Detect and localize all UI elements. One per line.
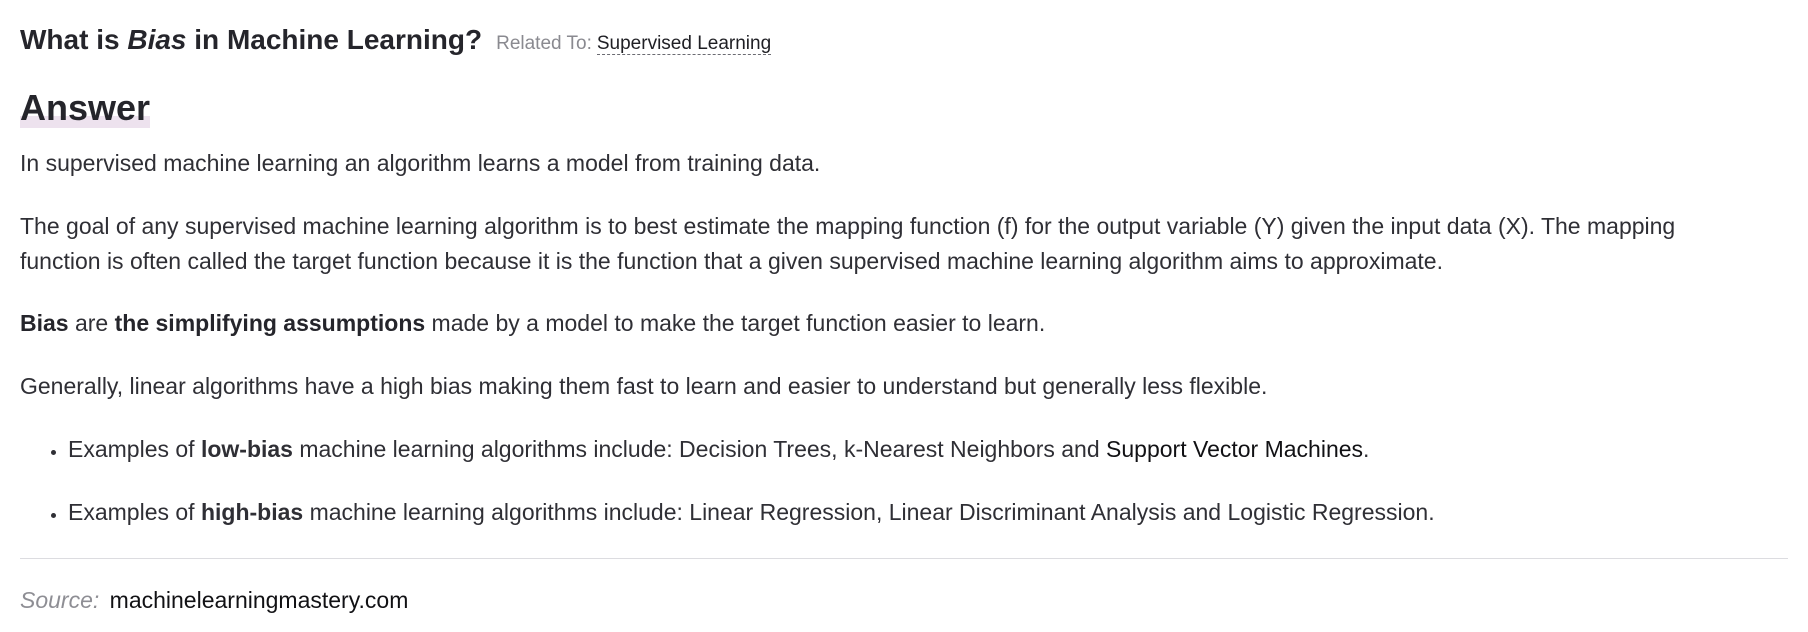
related-to-label: Related To: xyxy=(496,33,592,54)
source-row: Source: machinelearningmastery.com xyxy=(20,587,408,614)
support-vector-machines-link[interactable]: Support Vector Machines xyxy=(1106,436,1363,462)
examples-list: Examples of low-bias machine learning al… xyxy=(20,432,1435,558)
question-header: What is Bias in Machine Learning? Relate… xyxy=(20,24,772,56)
low-bias-text-1: Examples of xyxy=(68,436,201,462)
source-link[interactable]: machinelearningmastery.com xyxy=(110,587,409,613)
bias-term: Bias xyxy=(20,310,69,336)
answer-paragraph-4: Generally, linear algorithms have a high… xyxy=(20,373,1268,399)
low-bias-term: low-bias xyxy=(200,436,293,462)
source-label: Source: xyxy=(20,587,100,613)
question-prefix: What is xyxy=(20,24,120,55)
answer-heading-text: Answer xyxy=(20,87,151,128)
low-bias-text-3: . xyxy=(1363,436,1370,462)
related-to: Related To: Supervised Learning xyxy=(496,33,772,55)
high-bias-text-2: machine learning algorithms include: Lin… xyxy=(303,499,1435,525)
paragraph-3-text-1: are xyxy=(68,310,115,336)
low-bias-text-2: machine learning algorithms include: Dec… xyxy=(292,436,1107,462)
list-item-high-bias: Examples of high-bias machine learning a… xyxy=(68,495,1435,530)
answer-paragraph-2: The goal of any supervised machine learn… xyxy=(20,213,1676,274)
paragraph-3-text-2: made by a model to make the target funct… xyxy=(425,310,1046,336)
divider xyxy=(20,558,1788,559)
question-suffix: in Machine Learning? xyxy=(194,24,483,55)
related-topic-link[interactable]: Supervised Learning xyxy=(596,33,772,55)
high-bias-text-1: Examples of xyxy=(68,499,201,525)
list-item-low-bias: Examples of low-bias machine learning al… xyxy=(68,432,1435,467)
simplifying-assumptions-term: the simplifying assumptions xyxy=(114,310,426,336)
question-term: Bias xyxy=(127,24,187,55)
answer-paragraph-1: In supervised machine learning an algori… xyxy=(20,150,821,176)
question-title: What is Bias in Machine Learning? xyxy=(20,24,482,56)
answer-heading: Answer xyxy=(20,86,151,129)
answer-paragraph-3: Bias are the simplifying assumptions mad… xyxy=(20,306,1760,341)
high-bias-term: high-bias xyxy=(200,499,304,525)
